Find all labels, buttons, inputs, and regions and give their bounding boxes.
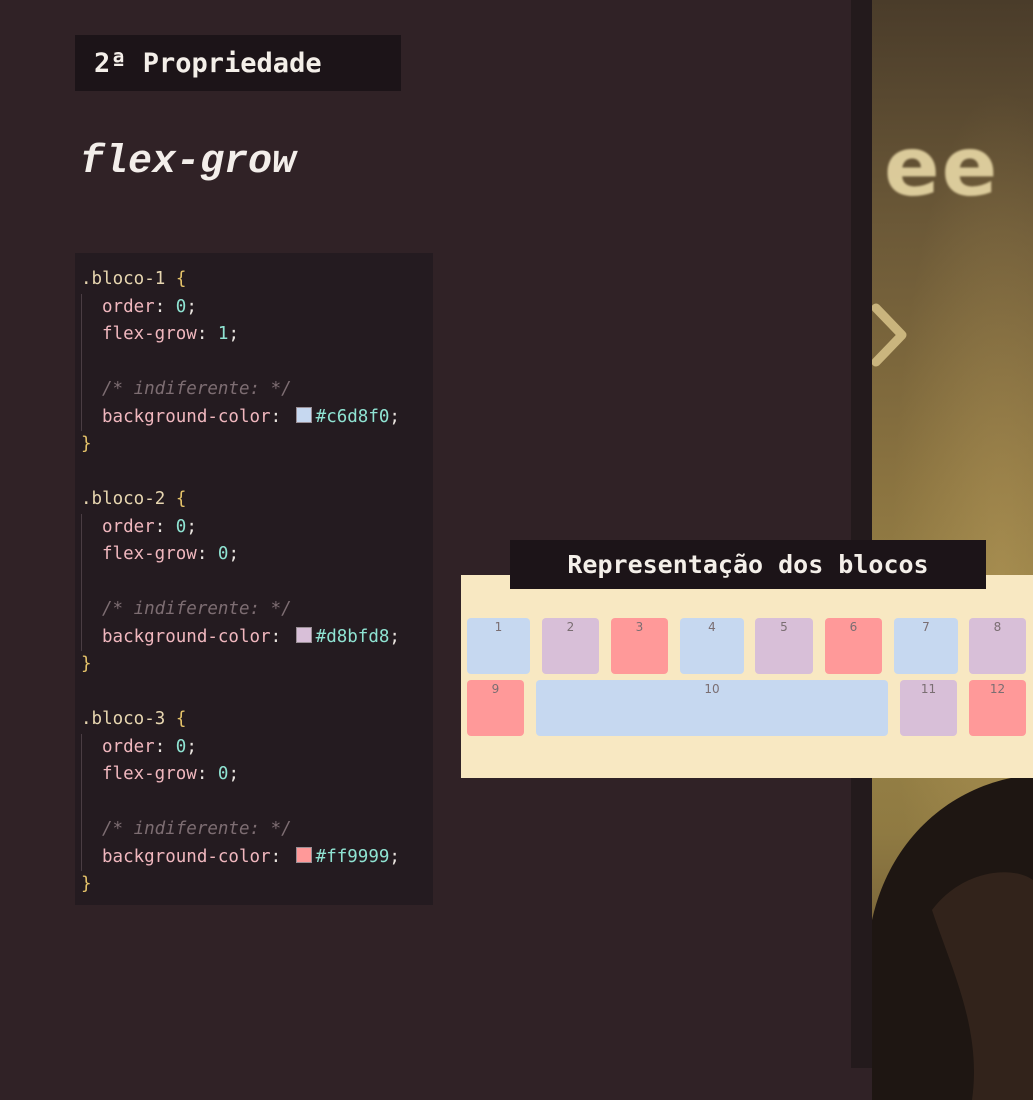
code-line-blank: [75, 568, 433, 597]
code-line: background-color: #ff9999;: [75, 843, 433, 872]
code-line: flex-grow: 0;: [75, 541, 433, 569]
close-brace: }: [81, 434, 92, 454]
close-brace: }: [81, 874, 92, 894]
flex-block: 8: [969, 618, 1026, 674]
css-selector: .bloco-3: [81, 709, 166, 729]
representation-label: Representação dos blocos: [567, 550, 929, 579]
color-swatch: [295, 846, 312, 863]
close-brace: }: [81, 654, 92, 674]
property-title-box: 2ª Propriedade: [75, 35, 401, 91]
css-comment: /* indiferente: */: [102, 379, 292, 399]
chevron-right-icon: [872, 303, 907, 367]
blocks-representation: 1 2 3 4 5 6 7 8 9 10 11 12: [461, 575, 1033, 778]
code-line: .bloco-1 {: [75, 266, 433, 294]
flex-block: 9: [467, 680, 524, 736]
css-value: 0: [217, 764, 229, 784]
flex-block: 5: [755, 618, 813, 674]
code-line: background-color: #c6d8f0;: [75, 403, 433, 432]
css-color-value: #d8bfd8: [315, 626, 390, 647]
css-comment: /* indiferente: */: [102, 599, 292, 619]
code-line: order: 0;: [75, 513, 433, 542]
code-line: .bloco-3 {: [75, 706, 433, 734]
css-comment: /* indiferente: */: [102, 819, 292, 839]
code-line: order: 0;: [75, 293, 433, 322]
css-property: flex-grow: [102, 324, 197, 344]
presenter-silhouette: [872, 775, 1033, 1100]
flex-block: 12: [969, 680, 1026, 736]
css-property: flex-grow: [102, 764, 197, 784]
flex-block: 4: [680, 618, 744, 674]
code-line: /* indiferente: */: [75, 376, 433, 404]
css-property: flex-grow: [102, 544, 197, 564]
css-color-value: #c6d8f0: [315, 406, 390, 427]
css-selector: .bloco-2: [81, 489, 166, 509]
flex-block: 3: [611, 618, 668, 674]
open-brace: {: [175, 709, 187, 729]
css-value: 0: [175, 736, 187, 757]
code-line: .bloco-2 {: [75, 486, 433, 514]
code-line: order: 0;: [75, 733, 433, 762]
code-line-blank: [75, 348, 433, 377]
css-property: order: [102, 296, 155, 317]
code-line: }: [75, 871, 433, 899]
css-property: background-color: [102, 846, 271, 867]
code-line: /* indiferente: */: [75, 596, 433, 624]
color-swatch: [295, 626, 312, 643]
code-line: flex-grow: 1;: [75, 321, 433, 349]
flex-block: 1: [467, 618, 530, 674]
color-swatch: [295, 406, 312, 423]
css-value: 1: [217, 324, 229, 344]
flex-block: 11: [900, 680, 957, 736]
open-brace: {: [175, 269, 187, 289]
flex-block: 10: [536, 680, 888, 736]
code-line-blank: [75, 788, 433, 817]
code-line: flex-grow: 0;: [75, 761, 433, 789]
css-value: 0: [217, 544, 229, 564]
css-property: background-color: [102, 406, 271, 427]
open-brace: {: [175, 489, 187, 509]
property-title: 2ª Propriedade: [94, 47, 322, 79]
property-name: flex-grow: [80, 140, 297, 185]
css-value: 0: [175, 296, 187, 317]
representation-label-box: Representação dos blocos: [510, 540, 986, 589]
code-line: }: [75, 431, 433, 459]
video-overlay-text: ee: [884, 120, 1000, 215]
css-property: order: [102, 516, 155, 537]
css-selector: .bloco-1: [81, 269, 166, 289]
code-line: /* indiferente: */: [75, 816, 433, 844]
css-property: order: [102, 736, 155, 757]
flex-block: 6: [825, 618, 882, 674]
flex-block: 2: [542, 618, 599, 674]
code-line: background-color: #d8bfd8;: [75, 623, 433, 652]
video-divider: [851, 0, 872, 1068]
css-color-value: #ff9999: [315, 846, 390, 867]
code-line: }: [75, 651, 433, 679]
code-panel: .bloco-1 { order: 0; flex-grow: 1; /* in…: [75, 253, 433, 905]
css-property: background-color: [102, 626, 271, 647]
flex-block: 7: [894, 618, 958, 674]
css-value: 0: [175, 516, 187, 537]
